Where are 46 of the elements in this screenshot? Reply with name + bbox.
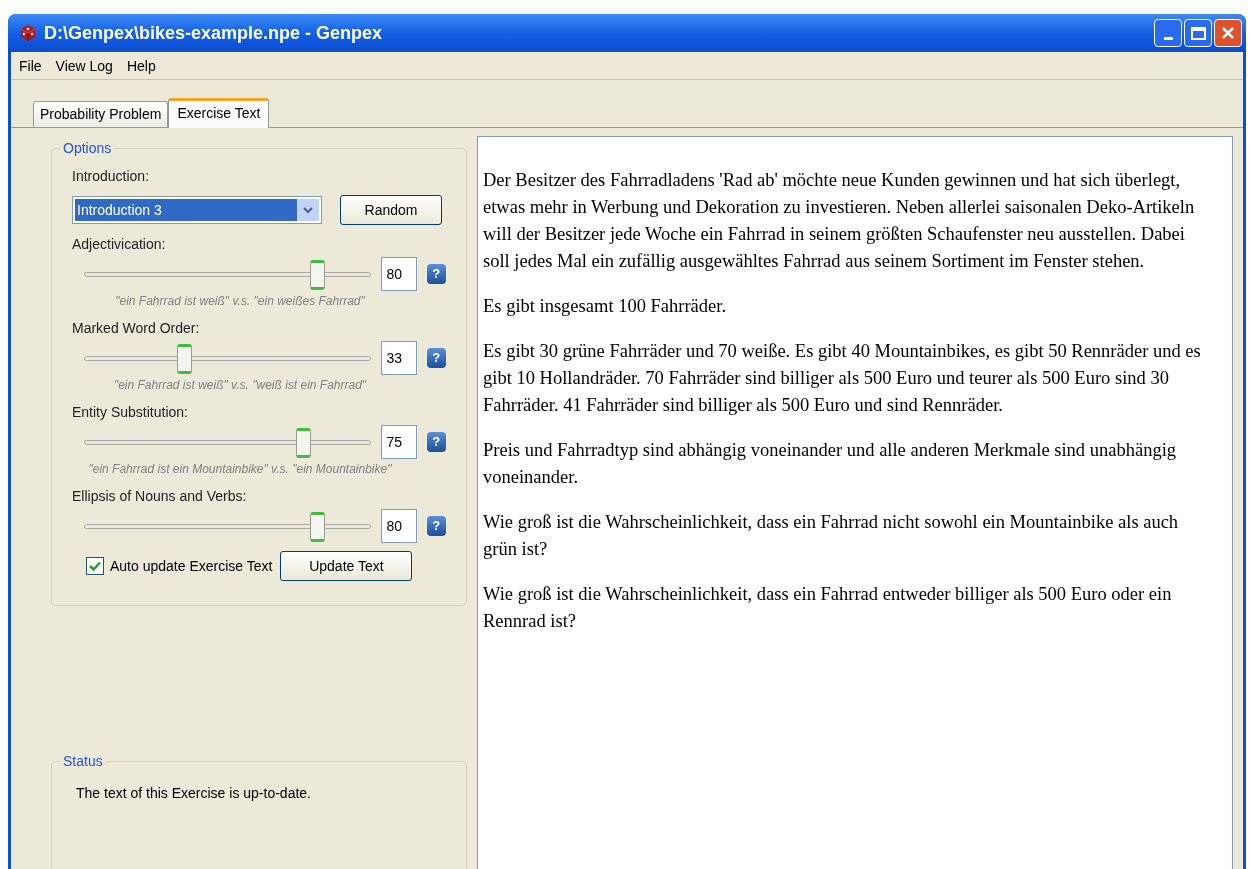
paragraph: Es gibt insgesamt 100 Fahrräder. [483,295,728,318]
slider-thumb[interactable] [296,427,312,458]
slider-thumb[interactable] [310,259,326,290]
slider-label: Marked Word Order: [72,319,201,337]
value-field[interactable]: 80 [381,257,417,291]
checkbox[interactable] [86,557,104,575]
slider-thumb[interactable] [310,511,326,542]
menu-item[interactable]: Help [120,55,162,76]
value-field[interactable]: 75 [381,425,417,459]
introduction-dropdown[interactable]: Introduction 3 [72,196,322,224]
slider-label: Entity Substitution: [72,403,189,421]
hint-text: "ein Fahrrad ist weiß" v.s. "weiß ist ein Fahrrad" [112,377,368,393]
tab[interactable]: Probability Problem [33,101,169,127]
help-button[interactable]: ? [426,264,446,284]
close-icon [1220,25,1236,41]
minimize-button[interactable] [1154,19,1182,47]
random-button[interactable]: Random [340,195,442,225]
close-button[interactable] [1214,19,1242,47]
paragraph: Wie groß ist die Wahrscheinlichkeit, dass ein Fahrrad nicht sowohl ein Mountainbike als auch grün ist? [483,511,1180,561]
paragraph: Wie groß ist die Wahrscheinlichkeit, dass ein Fahrrad entweder billiger als 500 Euro oder ein Rennrad ist? [483,583,1173,633]
help-button[interactable]: ? [426,432,446,452]
paragraph: Preis und Fahrradtyp sind abhängig voneinander und alle anderen Merkmale sind unabhängig voneinander. [483,439,1178,489]
paragraph: Der Besitzer des Fahrradladens 'Rad ab' möchte neue Kunden gewinnen und hat sich überlegt, etwas mehr in Werbung und Dekoration zu investieren. Neben allerlei saisonalen Deko-Artikeln will der Besitzer jede Woche ein Fahrrad in seinem größten Schaufenster neu ausstellen. Dabei soll jedes Mal ein zufällig ausgewähltes Fahrrad aus seinem Sortiment im Fenster stehen. [483,169,1196,273]
help-button[interactable]: ? [426,348,446,368]
tab[interactable]: Exercise Text [168,98,270,128]
help-button[interactable]: ? [426,516,446,536]
hint-text: "ein Fahrrad ist weiß" v.s. "ein weißes Fahrrad" [114,293,366,309]
hint-text: "ein Fahrrad ist ein Mountainbike" v.s. "ein Mountainbike" [87,461,393,477]
group-title: Options [60,139,115,157]
value-field[interactable]: 33 [381,341,417,375]
checkmark-icon [89,561,101,571]
status-message: The text of this Exercise is up-to-date. [76,784,312,802]
checkbox-label: Auto update Exercise Text [110,557,273,575]
menu-item[interactable]: File [13,55,48,76]
chevron-down-icon [303,206,313,214]
slider-label: Ellipsis of Nouns and Verbs: [72,487,248,505]
slider-label: Adjectivication: [72,235,167,253]
field-label: Introduction: [72,167,151,185]
update-text-button[interactable]: Update Text [280,551,413,581]
dice-icon [18,23,38,43]
menu-item[interactable]: View Log [49,55,119,76]
slider-thumb[interactable] [177,343,193,374]
maximize-button[interactable] [1184,19,1212,47]
value-field[interactable]: 80 [381,509,417,543]
window-title: D:\Genpex\bikes-example.npe - Genpex [44,21,383,45]
paragraph: Es gibt 30 grüne Fahrräder und 70 weiße. Es gibt 40 Mountainbikes, es gibt 50 Rennräder und es gibt 10 Hollandräder. 70 Fahrräder sind billiger als 500 Euro und teurer als 500 Euro sind 30 Fahrräder. 41 Fahrräder sind billiger als 500 Euro und sind Rennräder. [483,340,1202,417]
